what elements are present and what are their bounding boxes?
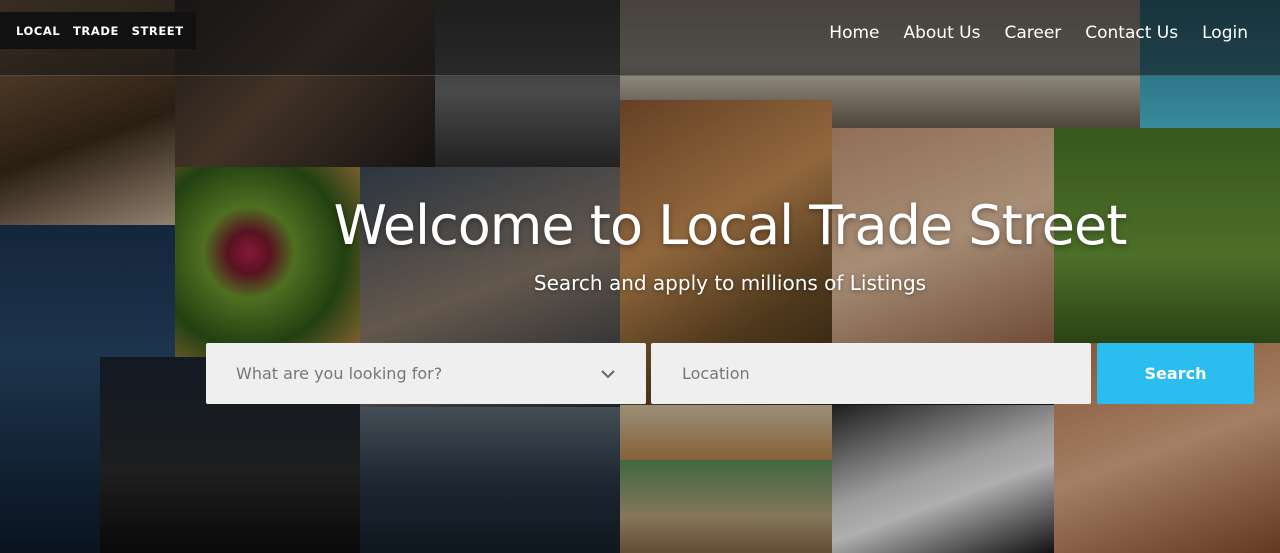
location-input[interactable] [651,343,1091,404]
hero-subtitle: Search and apply to millions of Listings [533,271,927,295]
chevron-down-icon [601,370,615,379]
location-field [651,343,1091,404]
main-nav: Home About Us Career Contact Us Login [829,22,1248,44]
hero-title: Welcome to Local Trade Street [333,194,1128,257]
nav-login-link[interactable]: Login [1202,22,1248,44]
nav-contact-link[interactable]: Contact Us [1085,22,1178,44]
top-navigation-bar: LOCAL TRADE STREET Home About Us Career … [0,0,1280,76]
search-button[interactable]: Search [1097,343,1254,404]
nav-career-link[interactable]: Career [1004,22,1061,44]
nav-home-link[interactable]: Home [829,22,879,44]
category-select[interactable]: What are you looking for? [206,343,646,404]
site-logo[interactable]: LOCAL TRADE STREET [0,12,196,49]
category-select-placeholder: What are you looking for? [236,364,443,383]
nav-about-link[interactable]: About Us [903,22,980,44]
